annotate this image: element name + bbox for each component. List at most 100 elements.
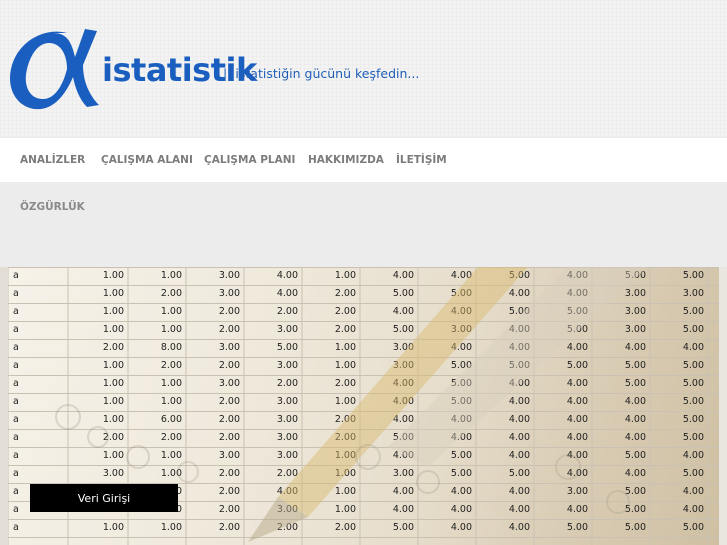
row-label: a (13, 306, 19, 317)
table-cell: 4.00 (450, 432, 472, 443)
table-cell: 3.00 (566, 486, 588, 497)
table-cell: 1.00 (334, 270, 356, 281)
table-cell: 4.00 (566, 270, 588, 281)
table-cell: 1.00 (102, 324, 124, 335)
table-cell: 2.00 (160, 360, 182, 371)
table-cell: 1.00 (160, 378, 182, 389)
table-cell: 4.00 (508, 504, 530, 515)
table-cell: 5.00 (624, 486, 646, 497)
table-cell: 3.00 (624, 324, 646, 335)
table-cell: 1.00 (160, 306, 182, 317)
table-cell: 3.00 (682, 288, 704, 299)
table-cell: 1.00 (102, 288, 124, 299)
row-label: a (13, 396, 19, 407)
table-cell: 3.00 (218, 342, 240, 353)
table-cell: 4.00 (392, 378, 414, 389)
table-cell: 1.00 (102, 414, 124, 425)
table-cell: 1.00 (102, 270, 124, 281)
nav-item-iletisim[interactable]: İLETİŞİM (396, 138, 447, 182)
table-cell: 4.00 (508, 396, 530, 407)
row-label: a (13, 414, 19, 425)
row-label: a (13, 504, 19, 515)
table-cell: 5.00 (682, 396, 704, 407)
table-cell: 1.00 (102, 522, 124, 533)
table-cell: 3.00 (218, 288, 240, 299)
table-cell: 2.00 (218, 396, 240, 407)
table-cell: 5.00 (508, 360, 530, 371)
table-cell: 4.00 (392, 270, 414, 281)
row-label: a (13, 324, 19, 335)
table-cell: 1.00 (160, 468, 182, 479)
nav-item-calisma-alani[interactable]: ÇALIŞMA ALANI (101, 138, 193, 182)
table-cell: 4.00 (682, 450, 704, 461)
table-cell: 2.00 (218, 468, 240, 479)
table-cell: 2.00 (218, 360, 240, 371)
table-cell: 1.00 (102, 450, 124, 461)
table-cell: 4.00 (392, 450, 414, 461)
table-cell: 5.00 (682, 468, 704, 479)
table-cell: 5.00 (624, 360, 646, 371)
veri-girisi-button[interactable]: Veri Girişi (30, 484, 178, 512)
table-cell: 4.00 (508, 414, 530, 425)
table-cell: 4.00 (566, 396, 588, 407)
table-cell: 2.00 (218, 504, 240, 515)
table-cell: 4.00 (508, 342, 530, 353)
table-cell: 3.00 (624, 288, 646, 299)
table-cell: 5.00 (450, 378, 472, 389)
table-cell: 5.00 (624, 504, 646, 515)
table-cell: 4.00 (276, 486, 298, 497)
table-cell: 4.00 (566, 468, 588, 479)
table-cell: 4.00 (566, 342, 588, 353)
nav-item-analizler[interactable]: ANALİZLER (20, 138, 85, 182)
table-cell: 4.00 (450, 342, 472, 353)
table-cell: 5.00 (682, 306, 704, 317)
table-cell: 3.00 (218, 378, 240, 389)
table-cell: 5.00 (508, 270, 530, 281)
table-cell: 4.00 (682, 342, 704, 353)
table-cell: 3.00 (276, 324, 298, 335)
table-cell: 5.00 (624, 522, 646, 533)
table-cell: 4.00 (276, 288, 298, 299)
table-cell: 4.00 (450, 270, 472, 281)
table-cell: 2.00 (334, 378, 356, 389)
table-cell: 5.00 (682, 324, 704, 335)
table-cell: 3.00 (218, 450, 240, 461)
table-cell: 1.00 (160, 324, 182, 335)
table-cell: 2.00 (218, 324, 240, 335)
table-cell: 2.00 (276, 306, 298, 317)
table-cell: 5.00 (566, 324, 588, 335)
table-cell: 4.00 (450, 486, 472, 497)
table-cell: 5.00 (624, 378, 646, 389)
table-cell: 2.00 (160, 288, 182, 299)
table-cell: 3.00 (392, 468, 414, 479)
table-cell: 5.00 (450, 360, 472, 371)
table-cell: 2.00 (160, 432, 182, 443)
nav-item-ozgurluk[interactable]: ÖZGÜRLÜK (20, 194, 85, 220)
row-label: a (13, 288, 19, 299)
table-cell: 2.00 (334, 432, 356, 443)
table-cell: 4.00 (450, 306, 472, 317)
table-cell: 5.00 (682, 270, 704, 281)
table-cell: 2.00 (334, 414, 356, 425)
table-cell: 3.00 (218, 270, 240, 281)
table-cell: 5.00 (566, 522, 588, 533)
table-cell: 5.00 (682, 378, 704, 389)
table-cell: 1.00 (334, 504, 356, 515)
table-cell: 3.00 (392, 342, 414, 353)
row-label: a (13, 450, 19, 461)
table-cell: 4.00 (566, 432, 588, 443)
table-cell: 2.00 (218, 414, 240, 425)
row-label: a (13, 342, 19, 353)
table-cell: 4.00 (450, 522, 472, 533)
main-nav: ANALİZLER ÇALIŞMA ALANI ÇALIŞMA PLANI HA… (0, 138, 727, 182)
nav-item-calisma-plani[interactable]: ÇALIŞMA PLANI (204, 138, 295, 182)
alpha-logo-icon[interactable] (5, 25, 103, 117)
slider-right-edge (719, 267, 727, 545)
table-cell: 5.00 (682, 414, 704, 425)
nav-item-hakkimizda[interactable]: HAKKIMIZDA (308, 138, 384, 182)
table-cell: 5.00 (450, 468, 472, 479)
table-cell: 3.00 (276, 450, 298, 461)
table-cell: 8.00 (160, 342, 182, 353)
table-cell: 5.00 (508, 468, 530, 479)
table-cell: 4.00 (682, 486, 704, 497)
